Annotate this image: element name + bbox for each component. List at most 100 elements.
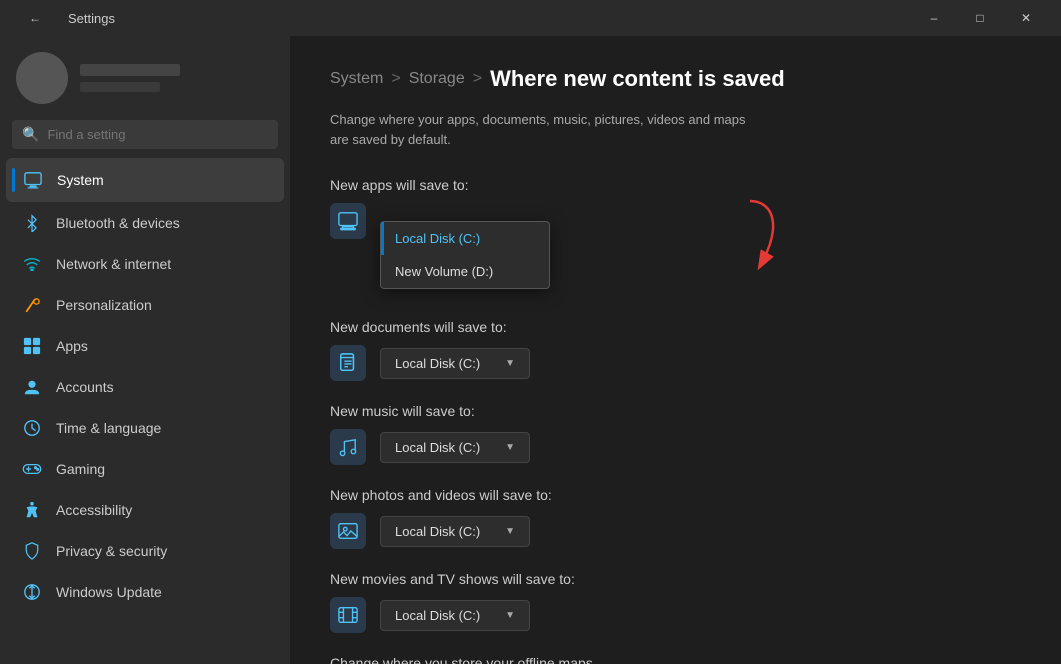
main-content: System > Storage > Where new content is …	[290, 36, 1061, 664]
titlebar-title: Settings	[68, 11, 115, 26]
user-sub-bar	[80, 82, 160, 92]
music-dropdown[interactable]: Local Disk (C:) ▼	[380, 432, 530, 463]
sidebar-item-apps[interactable]: Apps	[6, 326, 284, 366]
search-input[interactable]	[47, 127, 268, 142]
accessibility-icon	[22, 500, 42, 520]
sidebar-user	[0, 36, 290, 116]
apps-setting-icon	[330, 203, 366, 239]
sidebar-item-label-accessibility: Accessibility	[56, 502, 132, 518]
search-box[interactable]: 🔍	[12, 120, 278, 149]
documents-row: Local Disk (C:) ▼	[330, 345, 1021, 381]
gaming-icon	[22, 459, 42, 479]
movies-row: Local Disk (C:) ▼	[330, 597, 1021, 633]
sidebar: 🔍 System Bluetooth & devices	[0, 36, 290, 664]
photos-selected-value: Local Disk (C:)	[395, 524, 480, 539]
music-label: New music will save to:	[330, 403, 1021, 419]
apps-icon	[22, 336, 42, 356]
movies-chevron-icon: ▼	[505, 610, 515, 621]
breadcrumb-current: Where new content is saved	[490, 66, 785, 92]
maximize-button[interactable]: □	[957, 0, 1003, 36]
system-icon	[23, 170, 43, 190]
movies-selected-value: Local Disk (C:)	[395, 608, 480, 623]
search-icon: 🔍	[22, 126, 39, 143]
app-body: 🔍 System Bluetooth & devices	[0, 36, 1061, 664]
active-indicator	[12, 168, 15, 192]
sidebar-item-bluetooth[interactable]: Bluetooth & devices	[6, 203, 284, 243]
apps-option-d[interactable]: New Volume (D:)	[381, 255, 549, 288]
sidebar-item-label-update: Windows Update	[56, 584, 162, 600]
movies-label: New movies and TV shows will save to:	[330, 571, 1021, 587]
apps-row: Local Disk (C:) New Volume (D:)	[330, 203, 1021, 239]
music-selected-value: Local Disk (C:)	[395, 440, 480, 455]
user-info	[80, 64, 180, 92]
sidebar-item-label-accounts: Accounts	[56, 379, 114, 395]
titlebar-left: ← Settings	[12, 0, 115, 36]
sidebar-item-label-time: Time & language	[56, 420, 161, 436]
close-button[interactable]: ✕	[1003, 0, 1049, 36]
sidebar-item-personalization[interactable]: Personalization	[6, 285, 284, 325]
music-dropdown-btn[interactable]: Local Disk (C:) ▼	[380, 432, 530, 463]
avatar	[16, 52, 68, 104]
sidebar-item-label-system: System	[57, 172, 104, 188]
network-icon	[22, 254, 42, 274]
sidebar-item-network[interactable]: Network & internet	[6, 244, 284, 284]
titlebar: ← Settings – □ ✕	[0, 0, 1061, 36]
bluetooth-icon	[22, 213, 42, 233]
breadcrumb-storage[interactable]: Storage	[409, 70, 465, 88]
sidebar-item-label-apps: Apps	[56, 338, 88, 354]
photos-dropdown-btn[interactable]: Local Disk (C:) ▼	[380, 516, 530, 547]
time-icon	[22, 418, 42, 438]
accounts-icon	[22, 377, 42, 397]
personalization-icon	[22, 295, 42, 315]
sidebar-item-label-gaming: Gaming	[56, 461, 105, 477]
photos-row: Local Disk (C:) ▼	[330, 513, 1021, 549]
music-setting-icon	[330, 429, 366, 465]
setting-movies: New movies and TV shows will save to: Lo…	[330, 571, 1021, 633]
apps-option-c-text: Local Disk (C:)	[395, 231, 480, 246]
setting-documents: New documents will save to: Local Disk (…	[330, 319, 1021, 381]
setting-photos: New photos and videos will save to: Loca…	[330, 487, 1021, 549]
apps-option-c[interactable]: Local Disk (C:)	[381, 222, 549, 255]
movies-setting-icon	[330, 597, 366, 633]
sidebar-item-label-bluetooth: Bluetooth & devices	[56, 215, 180, 231]
photos-label: New photos and videos will save to:	[330, 487, 1021, 503]
titlebar-controls: – □ ✕	[911, 0, 1049, 36]
documents-dropdown-btn[interactable]: Local Disk (C:) ▼	[380, 348, 530, 379]
update-icon	[22, 582, 42, 602]
page-description: Change where your apps, documents, music…	[330, 110, 1021, 149]
maps-label: Change where you store your offline maps	[330, 655, 1021, 664]
sidebar-item-label-personalization: Personalization	[56, 297, 152, 313]
sidebar-item-label-privacy: Privacy & security	[56, 543, 167, 559]
back-button[interactable]: ←	[12, 0, 58, 36]
photos-chevron-icon: ▼	[505, 526, 515, 537]
sidebar-item-accessibility[interactable]: Accessibility	[6, 490, 284, 530]
documents-setting-icon	[330, 345, 366, 381]
photos-dropdown[interactable]: Local Disk (C:) ▼	[380, 516, 530, 547]
apps-option-d-text: New Volume (D:)	[395, 264, 493, 279]
privacy-icon	[22, 541, 42, 561]
sidebar-item-time[interactable]: Time & language	[6, 408, 284, 448]
sidebar-item-label-network: Network & internet	[56, 256, 171, 272]
user-name-bar	[80, 64, 180, 76]
photos-setting-icon	[330, 513, 366, 549]
movies-dropdown[interactable]: Local Disk (C:) ▼	[380, 600, 530, 631]
documents-label: New documents will save to:	[330, 319, 1021, 335]
movies-dropdown-btn[interactable]: Local Disk (C:) ▼	[380, 600, 530, 631]
apps-label: New apps will save to:	[330, 177, 1021, 193]
sidebar-item-system[interactable]: System	[6, 158, 284, 202]
breadcrumb-sep1: >	[391, 70, 400, 88]
apps-dropdown-popup[interactable]: Local Disk (C:) New Volume (D:)	[380, 221, 550, 289]
breadcrumb-system[interactable]: System	[330, 70, 383, 88]
sidebar-item-privacy[interactable]: Privacy & security	[6, 531, 284, 571]
nav-list: System Bluetooth & devices Network & int…	[0, 157, 290, 613]
minimize-button[interactable]: –	[911, 0, 957, 36]
music-chevron-icon: ▼	[505, 442, 515, 453]
setting-music: New music will save to: Local Disk (C:) …	[330, 403, 1021, 465]
sidebar-item-accounts[interactable]: Accounts	[6, 367, 284, 407]
sidebar-item-update[interactable]: Windows Update	[6, 572, 284, 612]
music-row: Local Disk (C:) ▼	[330, 429, 1021, 465]
documents-dropdown[interactable]: Local Disk (C:) ▼	[380, 348, 530, 379]
documents-selected-value: Local Disk (C:)	[395, 356, 480, 371]
setting-maps: Change where you store your offline maps…	[330, 655, 1021, 664]
sidebar-item-gaming[interactable]: Gaming	[6, 449, 284, 489]
